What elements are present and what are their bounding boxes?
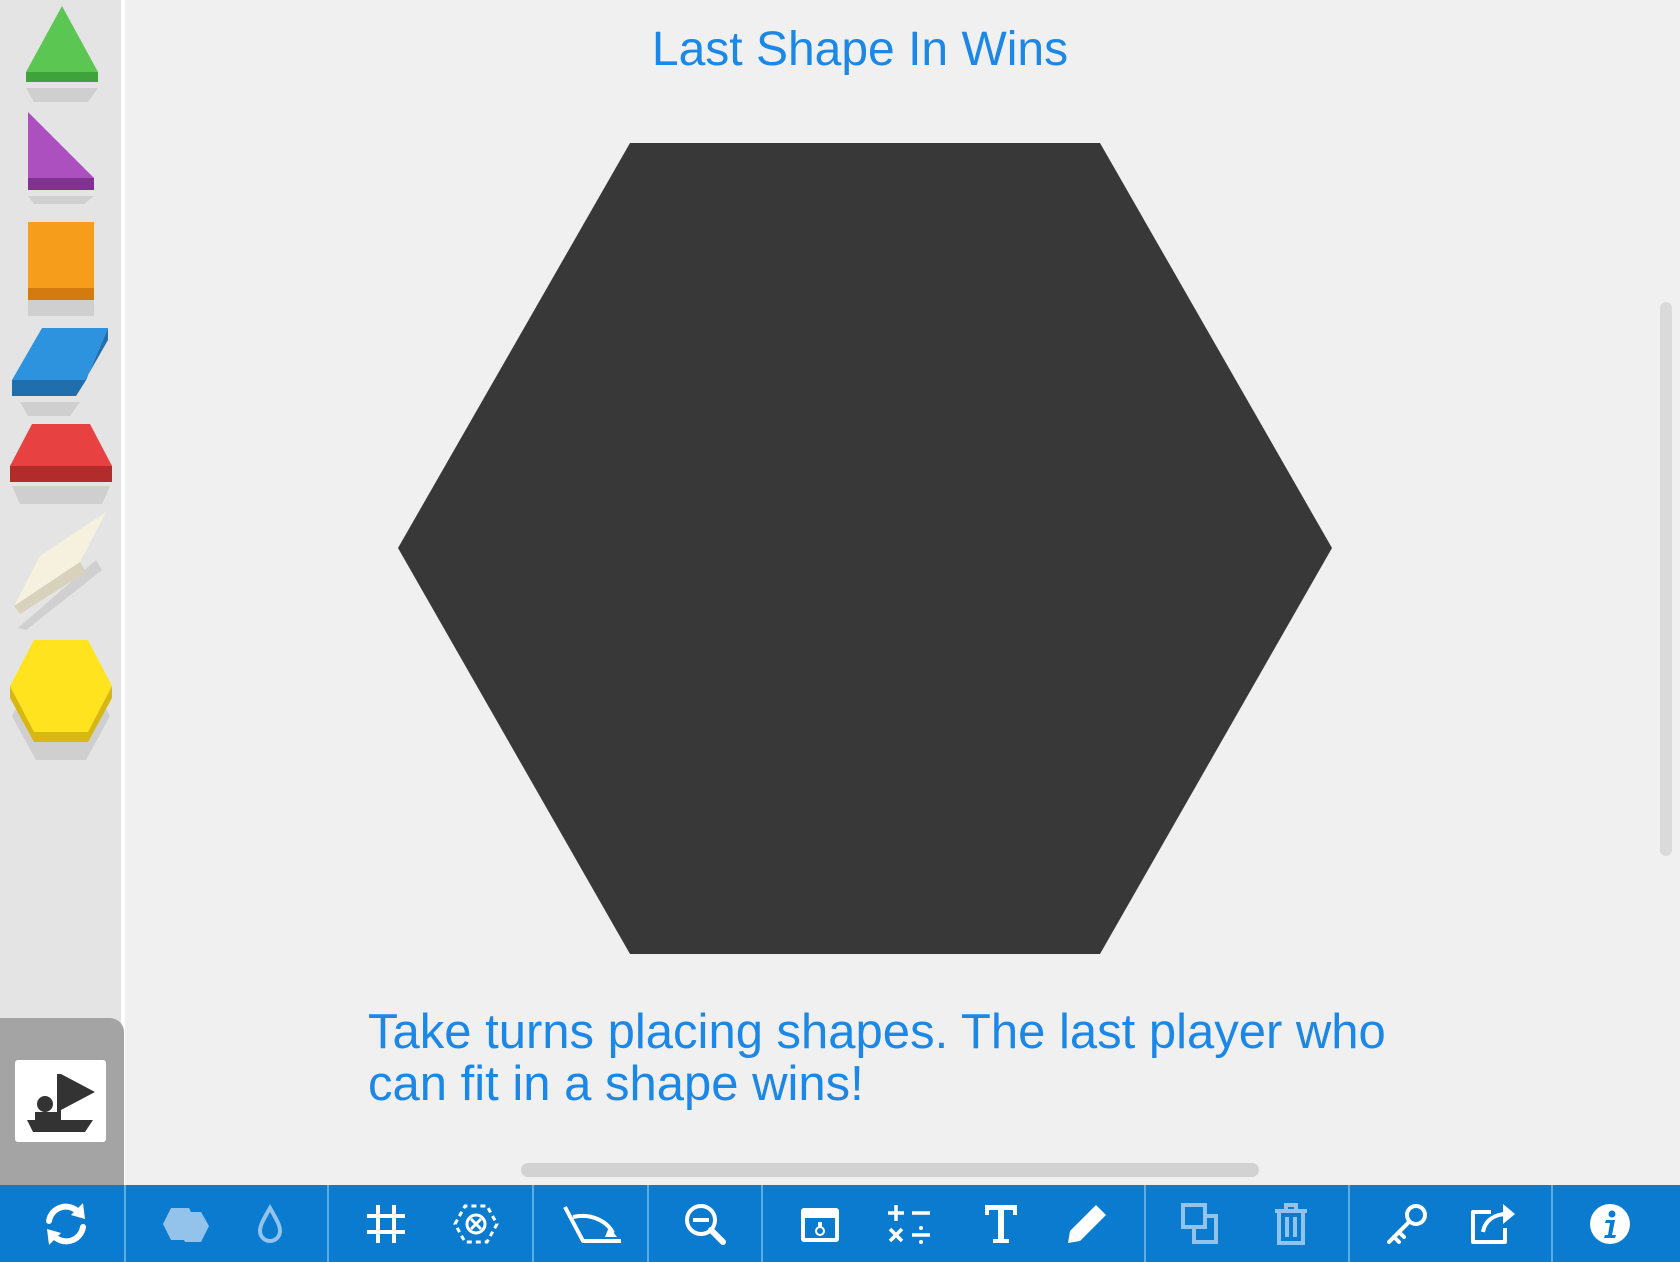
toolbar-separator	[1144, 1185, 1146, 1262]
rotate-icon[interactable]	[560, 1185, 624, 1262]
share-icon[interactable]	[1466, 1185, 1520, 1262]
horizontal-scrollbar[interactable]	[521, 1163, 1259, 1177]
bottom-toolbar	[0, 1185, 1680, 1262]
key-icon[interactable]	[1382, 1185, 1432, 1262]
player-turn-flag-icon[interactable]	[15, 1060, 106, 1142]
page-title: Last Shape In Wins	[651, 23, 1069, 76]
snap-icon[interactable]	[450, 1185, 502, 1262]
refresh-icon[interactable]	[36, 1185, 96, 1262]
toolbar-separator	[761, 1185, 763, 1262]
orange-square-icon[interactable]	[26, 218, 96, 318]
palette-divider	[121, 0, 125, 1185]
math-ops-icon[interactable]	[884, 1185, 936, 1262]
hexagon-board[interactable]	[397, 142, 1333, 961]
info-icon[interactable]	[1586, 1185, 1634, 1262]
toolbar-separator	[327, 1185, 329, 1262]
yellow-hexagon-icon[interactable]	[8, 636, 114, 762]
shapes-icon[interactable]	[150, 1185, 218, 1262]
green-triangle-icon[interactable]	[20, 6, 102, 104]
purple-right-triangle-icon[interactable]	[24, 112, 98, 204]
instructions-text: Take turns placing shapes. The last play…	[368, 1005, 1386, 1111]
trash-icon[interactable]	[1268, 1185, 1314, 1262]
toolbar-separator	[532, 1185, 534, 1262]
blue-rhombus-icon[interactable]	[10, 326, 110, 416]
zoom-out-icon[interactable]	[680, 1185, 730, 1262]
player-panel	[0, 1018, 124, 1185]
duplicate-icon[interactable]	[1176, 1185, 1228, 1262]
toolbar-separator	[1348, 1185, 1350, 1262]
color-drop-icon[interactable]	[250, 1185, 290, 1262]
grid-icon[interactable]	[362, 1185, 410, 1262]
tan-thin-rhombus-icon[interactable]	[12, 510, 110, 630]
red-trapezoid-icon[interactable]	[8, 424, 114, 504]
toolbar-separator	[124, 1185, 126, 1262]
text-icon[interactable]	[978, 1185, 1024, 1262]
toolbar-separator	[1551, 1185, 1553, 1262]
vertical-scrollbar[interactable]	[1660, 302, 1672, 856]
toolbar-separator	[647, 1185, 649, 1262]
photo-icon[interactable]	[796, 1185, 844, 1262]
pencil-icon[interactable]	[1062, 1185, 1112, 1262]
